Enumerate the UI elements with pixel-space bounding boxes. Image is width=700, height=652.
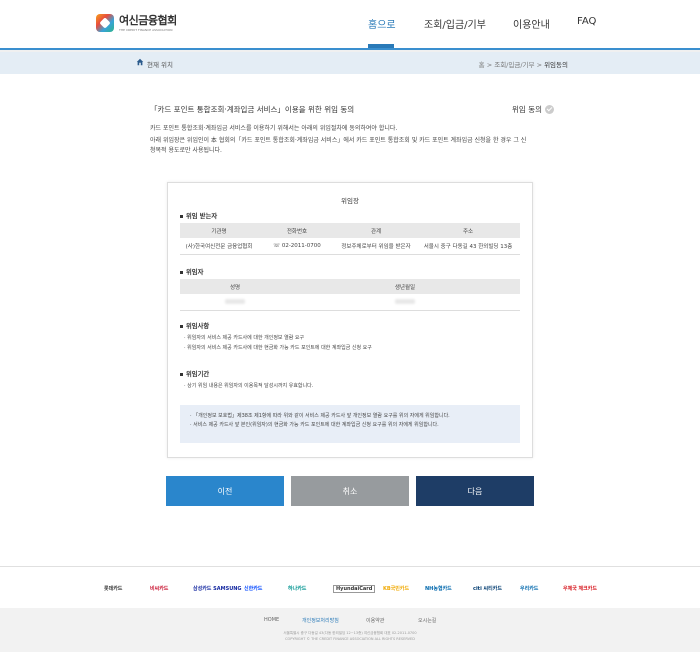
card-title: 위임장 (341, 197, 359, 205)
partner-citi[interactable]: citi 씨티카드 (473, 585, 502, 592)
matter-item: · 위임자의 서비스 제공 카드사에 대한 현금화 가능 카드 포인트에 대한 … (184, 345, 372, 351)
partner-epost[interactable]: 우체국 체크카드 (563, 585, 597, 592)
breadcrumb-inquiry[interactable]: 조회/입금/기부 (494, 61, 534, 69)
section-delegator: 위임자 (180, 267, 203, 276)
partner-hyundai[interactable]: HyundaiCard (333, 585, 376, 593)
logo-icon (96, 14, 114, 32)
description-line-1: 카드 포인트 통합조회·계좌입금 서비스를 이용하기 위해서는 아래의 위임절차… (150, 125, 398, 132)
nav-faq[interactable]: FAQ (577, 16, 596, 27)
breadcrumb-bar: 현재 위치 홈 > 조회/입금/기부 > 위임동의 (0, 52, 700, 74)
footer-address: 서울특별시 중구 다동길 43(다동 한외빌딩 12~13층) 여신금융협회 대… (283, 631, 417, 635)
receiver-table: 기관명 전화번호 관계 주소 (사)한국여신전문 금융업협회 ☏ 02-2011… (180, 223, 520, 255)
partner-bc[interactable]: 비씨카드 (150, 585, 168, 592)
section-period: 위임기간 (180, 369, 209, 378)
delegator-table: 성명 생년월일 (180, 279, 520, 311)
check-circle-icon (545, 105, 554, 114)
matter-item: · 위임자의 서비스 제공 카드사에 대한 개인정보 열람 요구 (184, 335, 305, 341)
cancel-button[interactable]: 취소 (291, 476, 409, 506)
notice-line: · 「개인정보 보호법」제38조 제1항에 따라 위와 같이 서비스 제공 카드… (190, 413, 450, 419)
masked-birthdate (395, 298, 415, 304)
period-text: · 상기 위임 내용은 위임자의 이용목적 달성시까지 유효합니다. (184, 383, 314, 389)
consent-status: 위임 동의 (512, 104, 554, 115)
table-header: 성명 생년월일 (180, 279, 520, 294)
site-footer: HOME 개인정보처리방침 이용약관 오시는길 서울특별시 중구 다동길 43(… (0, 608, 700, 652)
site-logo[interactable]: 여신금융협회 THE CREDIT FINANCE ASSOCIATION (96, 14, 177, 32)
section-receiver: 위임 받는자 (180, 211, 217, 220)
partner-logos: 롯데카드 비씨카드 삼성카드 SAMSUNG 신한카드 하나카드 Hyundai… (0, 566, 700, 608)
breadcrumb-separator: > (536, 61, 545, 69)
logo-title: 여신금융협회 (119, 13, 177, 27)
location-label: 현재 위치 (147, 61, 173, 69)
footer-link-directions[interactable]: 오시는길 (418, 617, 436, 624)
site-header: 여신금융협회 THE CREDIT FINANCE ASSOCIATION 홈으… (0, 0, 700, 50)
table-row (180, 294, 520, 311)
footer-link-terms[interactable]: 이용약관 (366, 617, 384, 624)
partner-shinhan[interactable]: 신한카드 (244, 585, 262, 592)
breadcrumb: 홈 > 조회/입금/기부 > 위임동의 (479, 59, 568, 69)
partner-woori[interactable]: 우리카드 (520, 585, 538, 592)
partner-lotte[interactable]: 롯데카드 (104, 585, 122, 592)
logo-subtitle: THE CREDIT FINANCE ASSOCIATION (119, 27, 173, 32)
partner-hana[interactable]: 하나카드 (288, 585, 306, 592)
consent-label: 위임 동의 (512, 105, 542, 114)
home-icon (136, 58, 144, 66)
breadcrumb-current: 위임동의 (544, 61, 568, 69)
footer-link-home[interactable]: HOME (264, 617, 279, 623)
partner-samsung[interactable]: 삼성카드 SAMSUNG (193, 585, 242, 592)
partner-nh[interactable]: NH농협카드 (425, 585, 452, 592)
page-title: 「카드 포인트 통합조회·계좌입금 서비스」이용을 위한 위임 동의 (150, 105, 355, 114)
next-button[interactable]: 다음 (416, 476, 534, 506)
breadcrumb-home[interactable]: 홈 (479, 61, 485, 69)
section-matters: 위임사항 (180, 321, 209, 330)
partner-kb[interactable]: KB국민카드 (383, 585, 409, 592)
prev-button[interactable]: 이전 (166, 476, 284, 506)
notice-line: · 서비스 제공 카드사 앞 본인(위임자)의 현금화 가능 카드 포인트에 대… (190, 422, 439, 428)
footer-link-privacy[interactable]: 개인정보처리방침 (302, 617, 339, 624)
nav-active-indicator (368, 44, 394, 48)
description-line-3: 청목적 용도로만 사용됩니다. (150, 147, 222, 154)
description-line-2: 아래 위임장은 위임인이 本 협회의「카드 포인트 통합조회·계좌입금 서비스」… (150, 137, 527, 144)
masked-name (225, 298, 245, 304)
table-row: (사)한국여신전문 금융업협회 ☏ 02-2011-0700 정보주체로부터 위… (180, 238, 520, 255)
power-of-attorney-card: 위임장 위임 받는자 기관명 전화번호 관계 주소 (사)한국여신전문 금융업협… (167, 182, 533, 458)
nav-guide[interactable]: 이용안내 (513, 16, 550, 31)
main-content: 「카드 포인트 통합조회·계좌입금 서비스」이용을 위한 위임 동의 위임 동의… (0, 74, 700, 566)
table-header: 기관명 전화번호 관계 주소 (180, 223, 520, 238)
footer-copyright: COPYRIGHT © THE CREDIT FINANCE ASSOCIATI… (285, 637, 415, 641)
notice-box: · 「개인정보 보호법」제38조 제1항에 따라 위와 같이 서비스 제공 카드… (180, 405, 520, 443)
nav-inquiry[interactable]: 조회/입금/기부 (424, 16, 486, 31)
nav-home[interactable]: 홈으로 (368, 16, 396, 31)
